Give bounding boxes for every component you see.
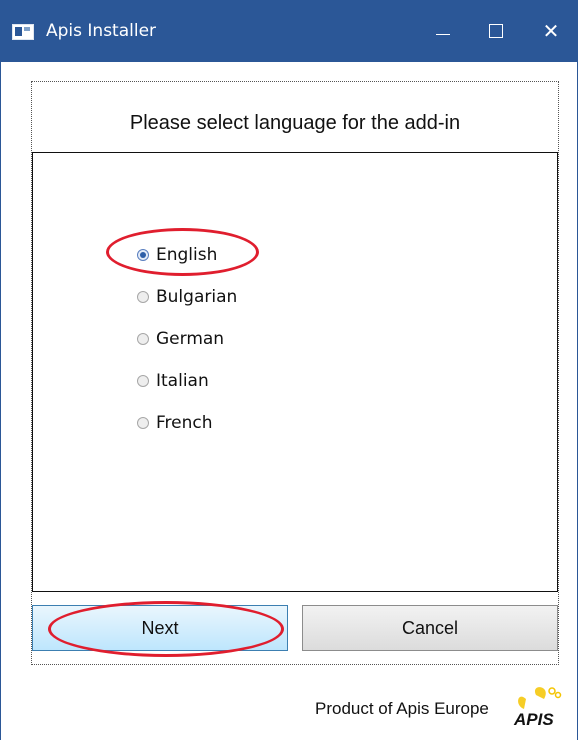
radio-unchecked-icon[interactable] <box>137 333 149 345</box>
radio-label: Italian <box>156 371 209 391</box>
radio-label: English <box>156 245 218 265</box>
radio-label: German <box>156 329 225 349</box>
cancel-button-label: Cancel <box>401 617 459 638</box>
maximize-icon <box>489 24 503 38</box>
maximize-button[interactable] <box>469 0 523 62</box>
radio-unchecked-icon[interactable] <box>137 291 149 303</box>
radio-option-german[interactable]: German <box>137 329 224 349</box>
radio-checked-icon[interactable] <box>137 249 149 261</box>
radio-option-italian[interactable]: Italian <box>137 371 209 391</box>
radio-option-bulgarian[interactable]: Bulgarian <box>137 287 237 307</box>
radio-label: Bulgarian <box>156 287 238 307</box>
title-bar[interactable]: Apis Installer ✕ <box>0 0 578 62</box>
next-button[interactable]: Next <box>32 605 288 651</box>
apis-logo: APIS <box>513 687 562 729</box>
radio-unchecked-icon[interactable] <box>137 375 149 387</box>
window-title: Apis Installer <box>46 21 157 41</box>
app-window-icon <box>12 24 34 40</box>
language-prompt: Please select language for the add-in <box>129 112 461 134</box>
language-options-panel <box>32 152 558 592</box>
close-icon: ✕ <box>542 19 560 43</box>
cancel-button[interactable]: Cancel <box>302 605 558 651</box>
radio-label: French <box>156 413 213 433</box>
radio-option-english[interactable]: English <box>137 245 217 265</box>
minimize-icon <box>436 33 450 35</box>
radio-option-french[interactable]: French <box>137 413 213 433</box>
minimize-button[interactable] <box>416 0 470 62</box>
logo-text: APIS <box>513 710 554 729</box>
next-button-label: Next <box>141 617 179 638</box>
radio-unchecked-icon[interactable] <box>137 417 149 429</box>
close-button[interactable]: ✕ <box>524 0 578 62</box>
footer-text: Product of Apis Europe <box>315 699 489 718</box>
